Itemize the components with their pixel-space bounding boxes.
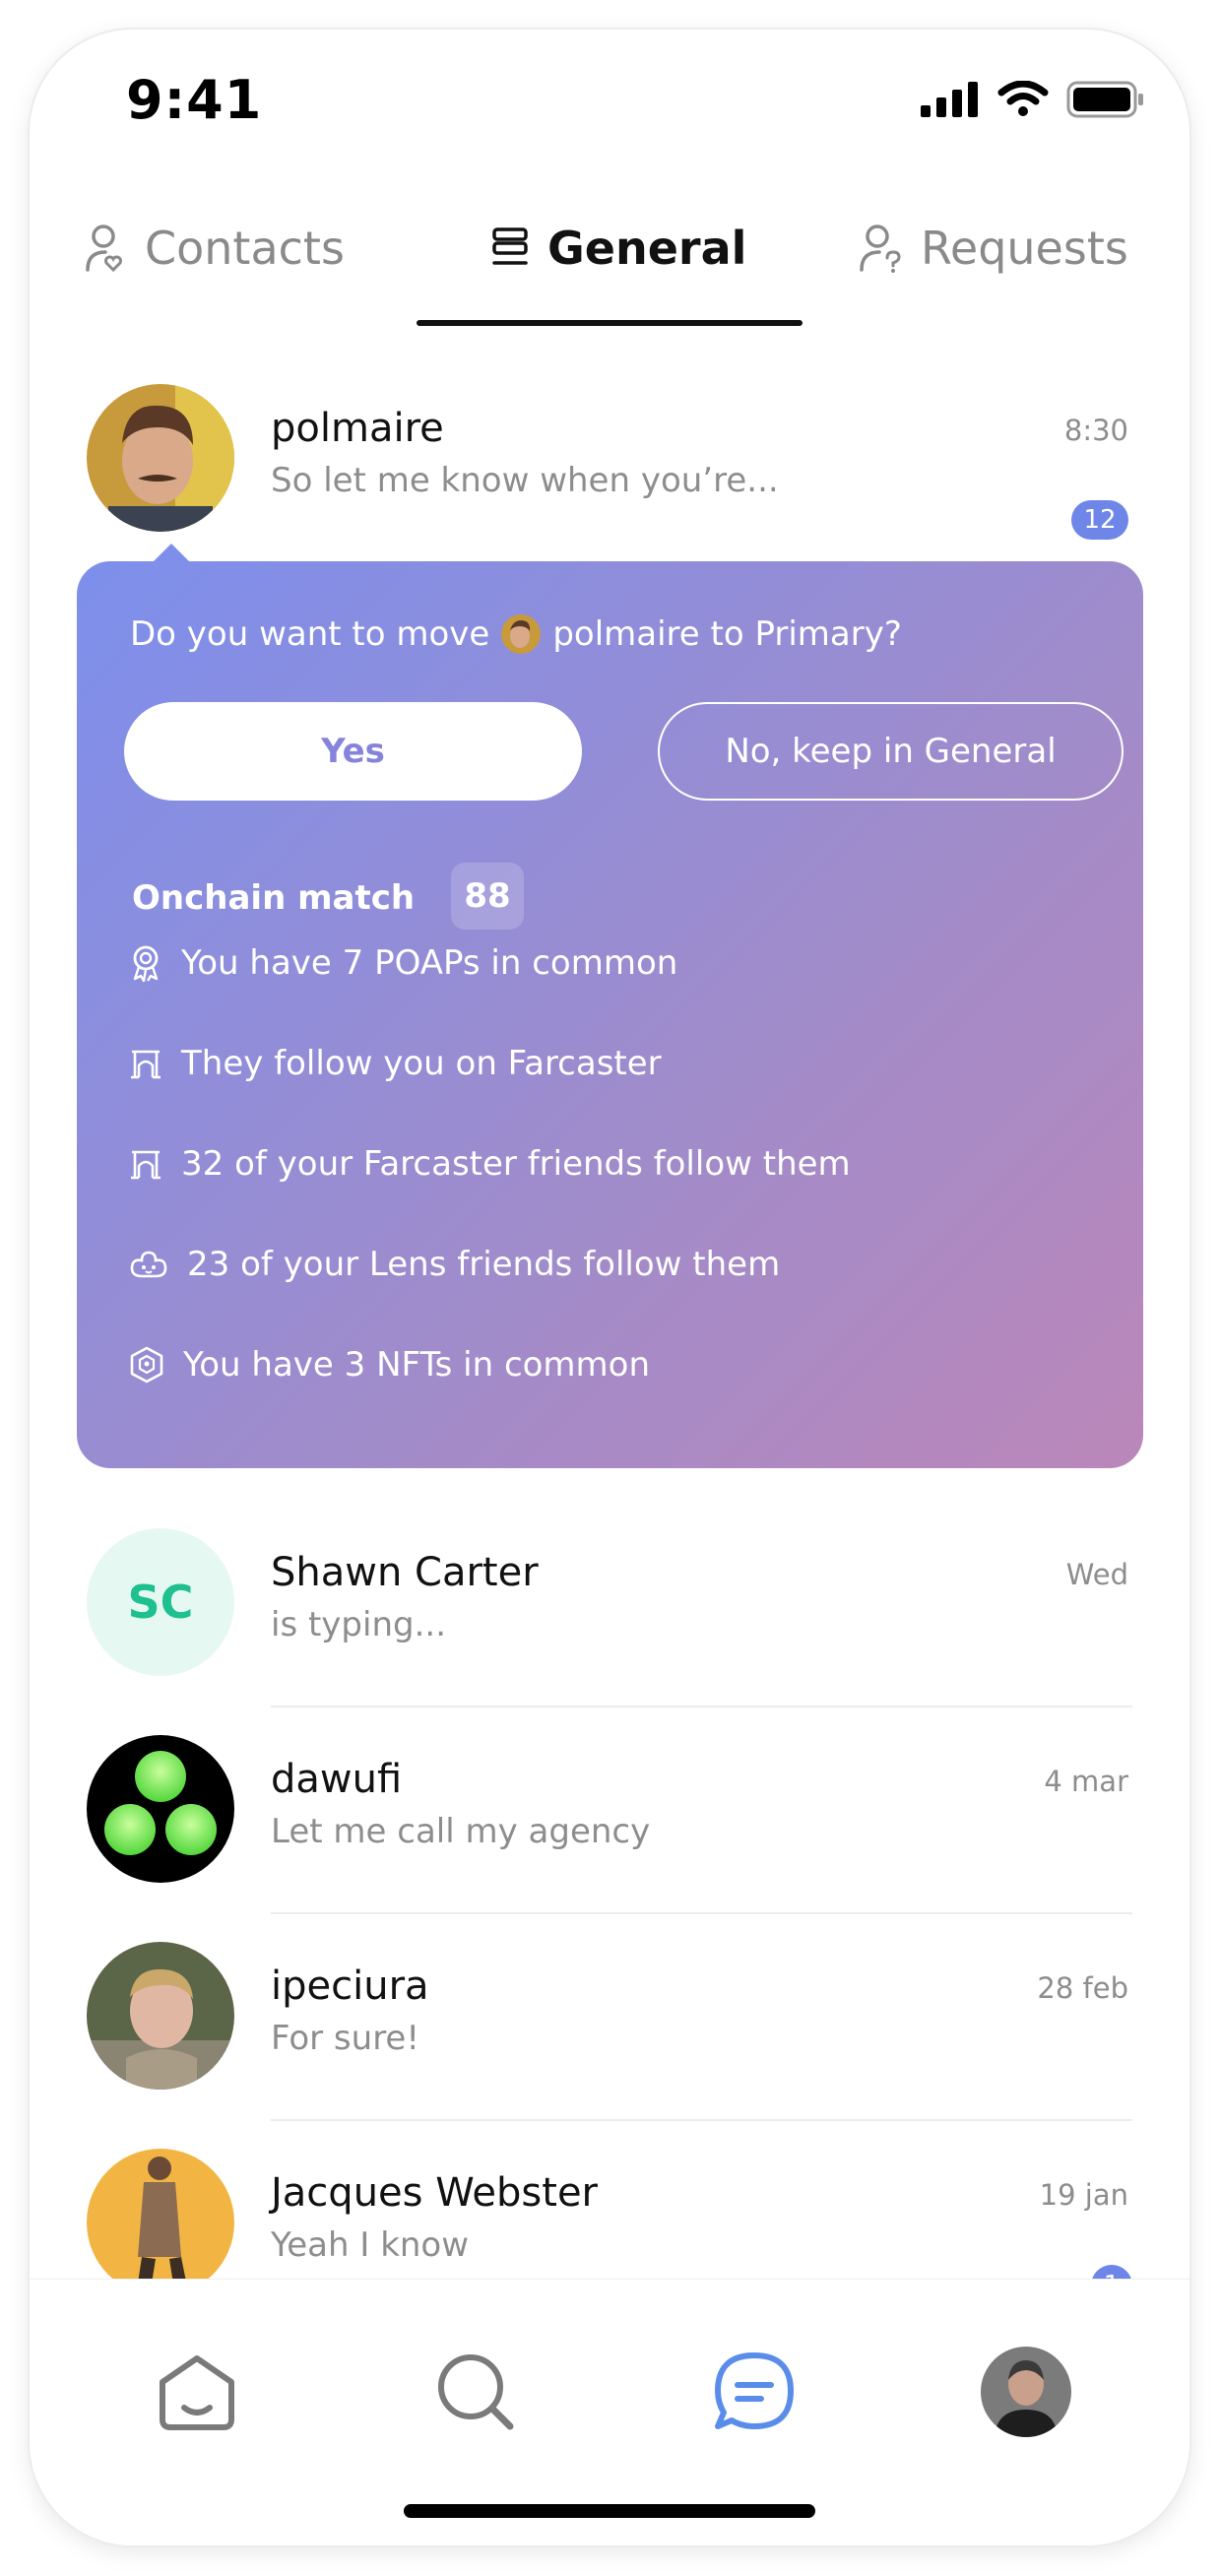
chat-preview: For sure! (271, 2019, 419, 2058)
reason-text: 32 of your Farcaster friends follow them (181, 1144, 851, 1184)
farcaster-icon (131, 1150, 161, 1180)
chat-name: Jacques Webster (271, 2170, 598, 2216)
chat-time: 28 feb (1037, 1971, 1128, 2005)
lens-icon (130, 1251, 167, 1278)
unread-badge: 12 (1071, 500, 1128, 540)
tab-requests[interactable]: Requests (860, 222, 1128, 275)
chat-preview: Let me call my agency (271, 1812, 651, 1851)
profile-avatar[interactable] (981, 2347, 1071, 2437)
award-icon (133, 945, 159, 983)
home-icon (160, 2355, 234, 2430)
chat-time: Wed (1065, 1558, 1128, 1591)
tab-requests-label: Requests (921, 222, 1128, 275)
move-question: Do you want to move polmaire to Primary? (130, 614, 902, 654)
wifi-icon (997, 81, 1049, 116)
question-suffix: polmaire to Primary? (552, 614, 902, 654)
popup-pointer (152, 544, 191, 563)
chat-name: ipeciura (271, 1964, 429, 2009)
avatar-initials: SC (127, 1576, 194, 1629)
mini-avatar (501, 614, 542, 654)
bottom-nav (30, 2279, 1189, 2545)
chat-time: 19 jan (1039, 2178, 1128, 2212)
contacts-icon (86, 225, 122, 273)
chat-preview: is typing... (271, 1605, 447, 1644)
avatar (87, 1735, 234, 1883)
chat-name: polmaire (271, 406, 444, 451)
status-time: 9:41 (126, 69, 263, 131)
avatar (87, 384, 234, 532)
chat-row-ipeciura[interactable]: ipeciura For sure! 28 feb (30, 1942, 1189, 2129)
tab-contacts-label: Contacts (145, 222, 345, 275)
chat-row-shawn-carter[interactable]: SC Shawn Carter is typing... Wed (30, 1528, 1189, 1715)
chat-row-dawufi[interactable]: dawufi Let me call my agency 4 mar (30, 1735, 1189, 1922)
keep-in-general-button[interactable]: No, keep in General (658, 702, 1124, 801)
chat-time: 8:30 (1063, 414, 1128, 447)
reason-text: You have 7 POAPs in common (181, 943, 678, 983)
onchain-match-score: 88 (451, 863, 524, 930)
reason-item: You have 7 POAPs in common (128, 943, 677, 983)
divider (271, 1706, 1132, 1707)
active-tab-indicator (417, 320, 803, 326)
farcaster-icon (131, 1050, 161, 1079)
avatar (87, 1942, 234, 2090)
avatar: SC (87, 1528, 234, 1676)
chat-row-polmaire[interactable]: polmaire So let me know when you’re... 8… (30, 384, 1189, 571)
divider (271, 1912, 1132, 1914)
chat-preview: So let me know when you’re... (271, 461, 779, 500)
stack-icon (492, 227, 528, 265)
reason-text: They follow you on Farcaster (181, 1044, 662, 1083)
nft-icon (130, 1346, 163, 1384)
onchain-match-label: Onchain match (132, 878, 416, 918)
nav-chat[interactable] (705, 2343, 803, 2441)
tab-general[interactable]: General (490, 222, 746, 275)
reason-item: 32 of your Farcaster friends follow them (128, 1144, 851, 1184)
home-indicator (404, 2504, 815, 2518)
reason-text: 23 of your Lens friends follow them (187, 1245, 781, 1284)
request-icon (860, 225, 901, 273)
chat-preview: Yeah I know (271, 2225, 470, 2265)
tab-contacts[interactable]: Contacts (84, 222, 345, 275)
search-icon (438, 2354, 514, 2430)
tab-general-label: General (547, 222, 747, 275)
status-icons (921, 81, 1145, 118)
divider (271, 2119, 1132, 2121)
cellular-signal-icon (921, 82, 978, 117)
move-to-primary-card: Do you want to move polmaire to Primary?… (77, 561, 1143, 1468)
yes-button[interactable]: Yes (124, 702, 582, 801)
reason-item: You have 3 NFTs in common (128, 1345, 650, 1385)
chat-time: 4 mar (1044, 1765, 1128, 1798)
nav-search[interactable] (426, 2343, 525, 2441)
nav-home[interactable] (148, 2343, 246, 2441)
battery-icon (1066, 81, 1143, 118)
chat-icon (715, 2352, 794, 2429)
reason-text: You have 3 NFTs in common (183, 1345, 651, 1385)
reason-item: They follow you on Farcaster (128, 1044, 662, 1083)
question-prefix: Do you want to move (130, 614, 490, 654)
chat-name: Shawn Carter (271, 1550, 539, 1595)
reason-item: 23 of your Lens friends follow them (128, 1245, 780, 1284)
chat-name: dawufi (271, 1757, 403, 1802)
avatar (87, 2149, 234, 2296)
phone-screen: 9:41 Contacts General Requests polmaire … (30, 30, 1189, 2545)
